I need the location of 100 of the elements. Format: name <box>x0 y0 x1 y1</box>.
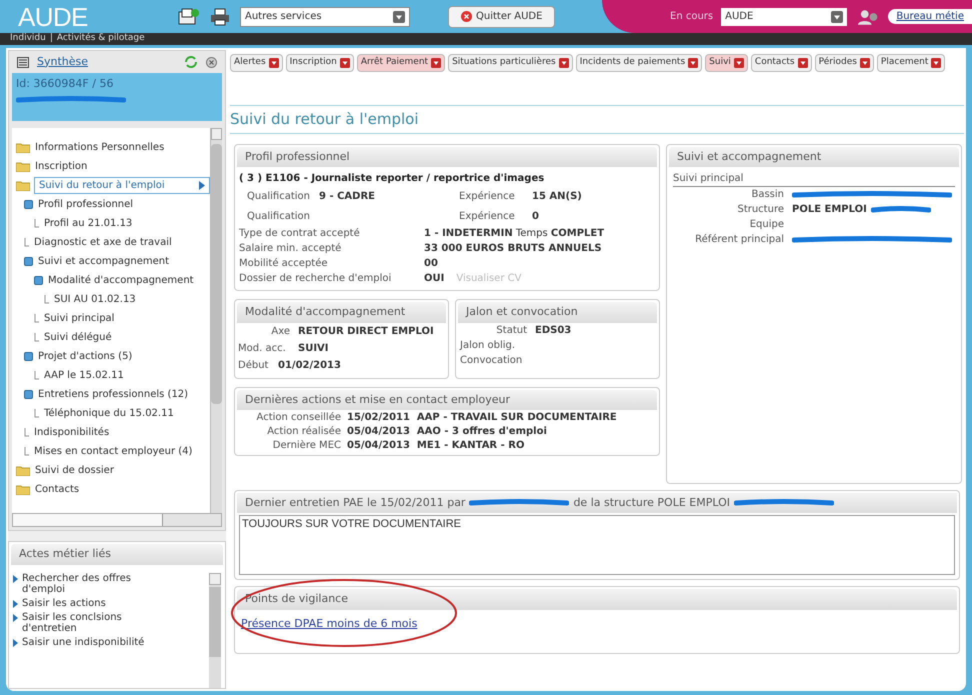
dropdown-icon <box>688 58 698 68</box>
field-label: Equipe <box>748 218 785 232</box>
dropdown-icon <box>734 58 744 68</box>
field-value: OUI <box>424 272 444 286</box>
tree-item[interactable]: AAP le 15.02.11 <box>43 368 125 383</box>
scrollbar[interactable] <box>210 128 222 513</box>
nav-link[interactable]: Activités & pilotage <box>56 32 145 46</box>
field-label: Qualification <box>247 210 311 224</box>
tab[interactable]: Situations particulières <box>448 54 573 72</box>
field-value: RETOUR DIRECT EMPLOI <box>298 324 434 338</box>
office-link[interactable]: Bureau métie <box>888 9 972 24</box>
folder-icon <box>16 142 30 153</box>
tree-item[interactable]: Mises en contact employeur (4) <box>33 444 194 459</box>
tree-item[interactable]: Contacts <box>34 482 80 497</box>
field-label: Début <box>238 358 270 372</box>
tree-item[interactable]: Profil professionnel <box>37 197 134 212</box>
comment-field[interactable]: TOUJOURS SUR VOTRE DOCUMENTAIRE <box>239 515 955 575</box>
dropdown-icon <box>931 58 942 68</box>
tab[interactable]: Suivi <box>705 54 748 72</box>
tree-line-icon <box>24 428 29 437</box>
services-select[interactable]: Autres services <box>240 6 410 26</box>
field-label: Bassin <box>750 188 785 202</box>
tab[interactable]: Contacts <box>750 54 812 72</box>
tree-item[interactable]: Inscription <box>34 159 88 174</box>
tab[interactable]: Placement <box>876 54 946 72</box>
folder-icon <box>16 161 30 172</box>
tree-item[interactable]: Suivi de dossier <box>34 463 115 478</box>
tree-item[interactable]: Indisponibilités <box>33 425 110 440</box>
field-label: Expérience <box>459 190 516 204</box>
field-label: Convocation <box>460 354 522 368</box>
current-label: En cours <box>670 10 714 24</box>
vigilance-link[interactable]: Présence DPAE moins de 6 mois <box>241 616 418 632</box>
tree-item[interactable]: Informations Personnelles <box>34 140 166 155</box>
tree-item[interactable]: Entretiens professionnels (12) <box>37 387 190 402</box>
tree-item[interactable]: SUI AU 01.02.13 <box>53 292 137 307</box>
folder-icon <box>16 465 30 476</box>
document-add-icon[interactable] <box>178 8 200 26</box>
tab[interactable]: Périodes <box>814 54 874 72</box>
field-label: Dossier de recherche d'emploi <box>239 272 392 286</box>
tree-item[interactable]: Suivi et accompagnement <box>37 254 170 269</box>
dropdown-icon <box>431 58 442 68</box>
field-value: POLE EMPLOI <box>792 203 867 217</box>
refresh-icon[interactable] <box>184 56 198 68</box>
action-link[interactable]: Saisir une indisponibilité <box>22 636 162 648</box>
dropdown-icon <box>393 10 405 22</box>
action-link[interactable]: Rechercher des offres d'emploi <box>22 572 162 594</box>
summary-icon <box>17 56 29 68</box>
panel-title: Profil professionnel <box>237 146 657 167</box>
tree-item[interactable]: Modalité d'accompagnement <box>47 273 195 288</box>
tree-line-icon <box>24 238 29 247</box>
tree-line-icon <box>24 447 29 456</box>
tab[interactable]: Incidents de paiements <box>576 54 702 72</box>
tree-item[interactable]: Diagnostic et axe de travail <box>33 235 173 250</box>
tree-line-icon <box>34 409 39 418</box>
square-icon <box>24 352 33 361</box>
field-value: 05/04/2013 AAO - 3 offres d'emploi <box>347 424 547 438</box>
horizontal-scrollbar[interactable] <box>12 513 222 527</box>
current-select[interactable]: AUDE <box>721 8 848 26</box>
tab[interactable]: Inscription <box>286 54 354 72</box>
users-icon[interactable] <box>857 8 880 26</box>
quit-button[interactable]: Quitter AUDE <box>448 6 556 28</box>
tree-item[interactable]: Projet d'actions (5) <box>37 349 134 364</box>
action-link[interactable]: Saisir les actions <box>22 598 162 608</box>
tree-line-icon <box>44 295 49 304</box>
dropdown-icon <box>340 58 350 68</box>
page-title: Suivi du retour à l'emploi <box>230 105 964 134</box>
synthesis-link[interactable]: Synthèse <box>37 54 88 70</box>
close-icon[interactable] <box>206 56 217 68</box>
printer-icon[interactable] <box>210 8 230 26</box>
scrollbar[interactable] <box>209 572 221 688</box>
field-value: 0 <box>532 210 539 224</box>
square-icon <box>34 276 43 285</box>
close-icon <box>461 11 472 22</box>
field-label: Type de contrat accepté <box>239 227 361 241</box>
panel-title-text: Dernier entretien PAE le 15/02/2011 par <box>245 494 466 510</box>
field-label: Mobilité acceptée <box>239 257 329 271</box>
tree-item[interactable]: Suivi du retour à l'emploi <box>34 177 210 194</box>
tree-item[interactable]: Téléphonique du 15.02.11 <box>43 406 175 421</box>
app-logo: AUDE <box>18 4 89 30</box>
tree-item[interactable]: Profil au 21.01.13 <box>43 216 134 231</box>
dropdown-icon <box>798 58 808 68</box>
field-label: Dernière MEC <box>272 438 342 452</box>
field-label: Salaire min. accepté <box>239 242 342 256</box>
nav-link[interactable]: Individu <box>10 32 46 46</box>
field-value: 15 AN(S) <box>532 190 582 204</box>
bullet-arrow-icon <box>13 638 18 646</box>
id-text: Id: 3660984F / 56 <box>16 76 114 92</box>
tab[interactable]: Alertes <box>230 54 283 72</box>
action-link[interactable]: Saisir les conclsions d'entretien <box>22 612 162 634</box>
tree-item[interactable]: Suivi principal <box>43 311 116 326</box>
field-label: Expérience <box>459 210 516 224</box>
field-label: Action conseillée <box>256 410 342 424</box>
panel-title: Modalité d'accompagnement <box>237 302 446 322</box>
field-value: 33 000 EUROS BRUTS ANNUELS <box>424 242 602 256</box>
tab[interactable]: Arrêt Paiement <box>356 54 446 72</box>
field-label: Statut <box>495 324 528 338</box>
tree-line-icon <box>34 371 39 380</box>
folder-icon <box>16 484 30 495</box>
field-value: EDS03 <box>535 324 572 338</box>
tree-item[interactable]: Suivi délégué <box>43 330 113 345</box>
